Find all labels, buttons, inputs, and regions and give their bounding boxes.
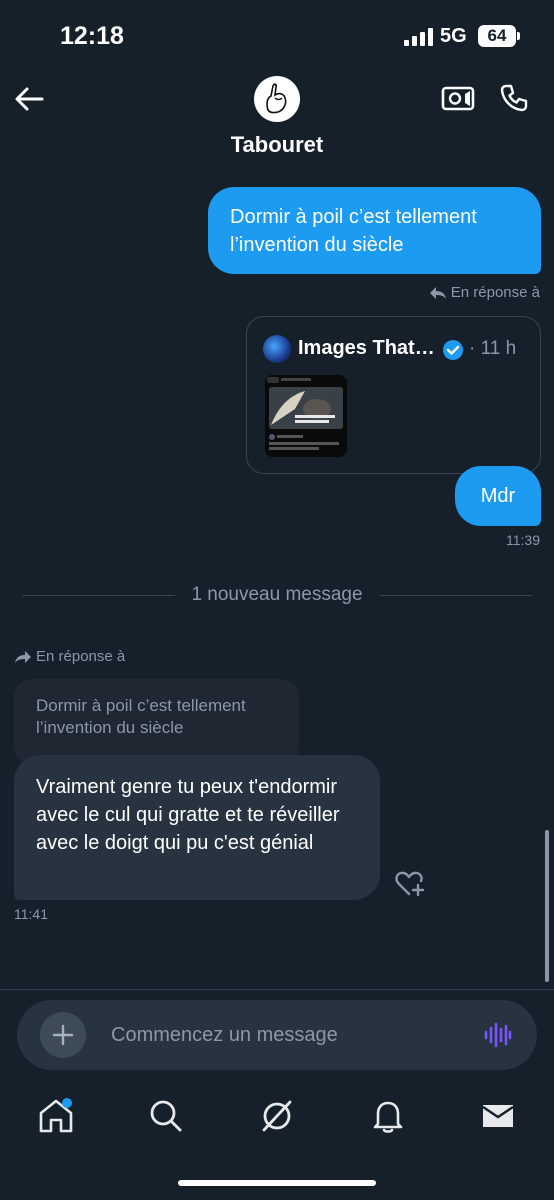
message-timestamp: 11:41 (14, 906, 48, 922)
reply-label: En réponse à (36, 648, 126, 665)
received-message[interactable]: Vraiment genre tu peux t'endormir avec l… (14, 755, 380, 900)
grok-icon[interactable] (257, 1096, 297, 1136)
tweet-author-name: Images That… (298, 337, 435, 359)
notifications-bell-icon[interactable] (368, 1096, 408, 1136)
quoted-message[interactable]: Dormir à poil c’est tellement l’inventio… (14, 679, 299, 765)
tweet-screenshot-image (265, 375, 347, 457)
scrollbar[interactable] (545, 830, 549, 982)
tweet-media-thumbnail (265, 375, 347, 457)
message-timestamp: 11:39 (506, 532, 540, 548)
new-message-divider: 1 nouveau message (22, 584, 532, 606)
battery-tip (517, 32, 520, 40)
sent-message[interactable]: Dormir à poil c’est tellement l’inventio… (208, 187, 541, 274)
reply-indicator-received: En réponse à (14, 648, 125, 665)
conversation-header: Tabouret (0, 70, 554, 165)
search-icon[interactable] (146, 1096, 186, 1136)
shared-tweet-card[interactable]: Images That… · 11 h (246, 316, 541, 474)
contact-name[interactable]: Tabouret (0, 132, 554, 158)
message-input[interactable] (111, 1020, 451, 1050)
avatar-hand-drawing (266, 83, 287, 114)
reply-arrow-icon (15, 650, 31, 663)
reply-arrow-icon (429, 286, 446, 299)
message-composer (17, 1000, 537, 1070)
back-arrow-icon[interactable] (12, 82, 46, 116)
reply-indicator-sent: En réponse à (429, 284, 540, 301)
video-call-icon[interactable] (440, 82, 476, 114)
tweet-time: · 11 h (469, 338, 517, 359)
divider-line (378, 594, 532, 596)
phone-call-icon[interactable] (498, 82, 530, 114)
status-time: 12:18 (60, 22, 124, 50)
messages-envelope-icon[interactable] (478, 1096, 518, 1136)
add-media-button[interactable] (40, 1012, 86, 1058)
status-bar: 12:18 5G 64 (0, 0, 554, 75)
plus-icon (52, 1024, 74, 1046)
verified-badge-icon (443, 340, 463, 360)
home-indicator[interactable] (178, 1180, 376, 1186)
voice-message-icon[interactable] (482, 1020, 512, 1050)
reply-label: En réponse à (450, 284, 540, 301)
tweet-author-avatar (263, 335, 291, 363)
home-icon[interactable] (36, 1096, 76, 1136)
network-label: 5G (440, 25, 467, 47)
divider-label: 1 nouveau message (191, 584, 363, 605)
divider-line (22, 594, 176, 596)
signal-icon (404, 28, 433, 46)
sent-message[interactable]: Mdr (455, 466, 541, 526)
battery-icon: 64 (478, 25, 516, 47)
add-reaction-heart-icon[interactable] (394, 868, 426, 898)
avatar[interactable] (254, 76, 300, 122)
composer-separator (0, 989, 554, 990)
bottom-tab-bar (0, 1078, 554, 1158)
